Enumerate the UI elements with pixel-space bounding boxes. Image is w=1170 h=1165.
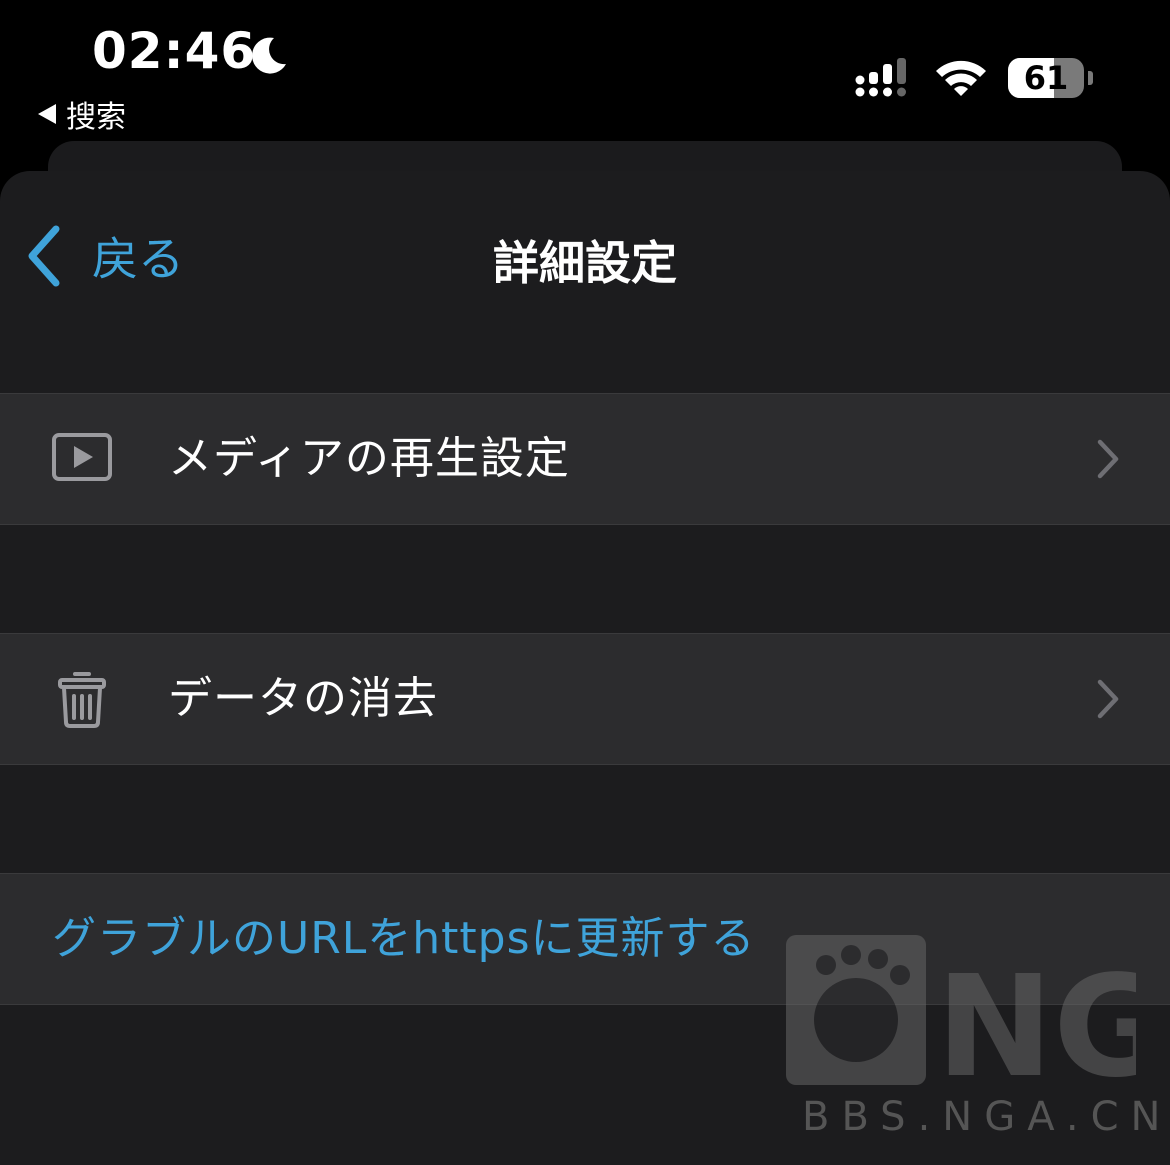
trash-icon [58,672,106,728]
chevron-right-icon [1097,439,1119,479]
media-playback-settings-row[interactable]: メディアの再生設定 [0,394,1170,524]
back-to-app-button[interactable]: 搜索 [38,92,126,136]
wifi-icon [936,60,986,96]
battery-icon: 61 [1008,58,1094,98]
update-url-https-label: グラブルのURLをhttpsに更新する [52,913,756,964]
navigation-bar: 戻る 詳細設定 [0,171,1170,341]
https-update-group: グラブルのURLをhttpsに更新する [0,873,1170,1005]
battery-level: 61 [1023,59,1069,97]
settings-sheet: 戻る 詳細設定 メディアの再生設定 データの消去 グラブルのURLをhttpsに… [0,171,1170,1165]
status-bar: 02:46 搜索 61 [0,0,1170,140]
chevron-right-icon [1097,679,1119,719]
moon-icon [252,37,286,74]
watermark-url: BBS.NGA.CN [802,1094,1170,1140]
media-settings-group: メディアの再生設定 [0,393,1170,525]
back-triangle-icon [38,104,56,124]
media-playback-settings-label: メディアの再生設定 [168,433,570,484]
back-app-label: 搜索 [66,100,126,135]
play-rectangle-icon [52,433,112,481]
page-title-text: 詳細設定 [493,236,677,290]
clear-data-group: データの消去 [0,633,1170,765]
clear-data-label: データの消去 [168,673,438,724]
page-title: 詳細設定 [0,227,1170,293]
status-time: 02:46 [92,22,257,80]
clear-data-row[interactable]: データの消去 [0,634,1170,764]
update-url-https-button[interactable]: グラブルのURLをhttpsに更新する [0,874,1170,1004]
cellular-signal-icon [855,58,906,97]
